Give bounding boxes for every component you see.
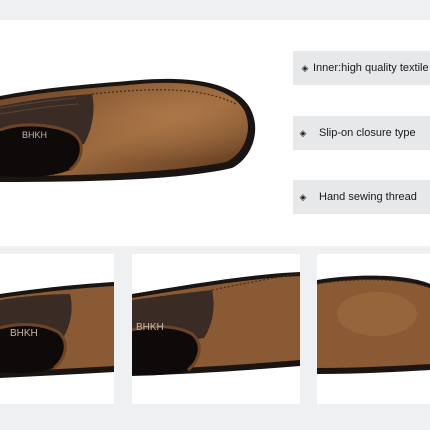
- shoe-top-view-image: BHKH: [0, 78, 256, 182]
- thumbnail-3: [317, 254, 430, 404]
- diamond-bullet-icon: ◈: [299, 191, 307, 202]
- diamond-bullet-icon: ◈: [299, 127, 307, 138]
- shoe-side-image: BHKH: [132, 272, 300, 376]
- shoe-closeup-image: BHKH: [0, 282, 114, 378]
- feature-label: Inner:high quality textile: [313, 62, 429, 74]
- feature-sewing: ◈ Hand sewing thread: [293, 180, 430, 214]
- brand-mark-text: BHKH: [22, 130, 47, 140]
- shoe-toe-image: [317, 275, 430, 374]
- brand-mark-text: BHKH: [136, 322, 164, 333]
- feature-label: Slip-on closure type: [319, 127, 416, 139]
- feature-label: Hand sewing thread: [319, 191, 417, 203]
- feature-inner-material: ◈ Inner:high quality textile: [293, 51, 430, 85]
- brand-mark-text: BHKH: [10, 328, 38, 339]
- diamond-bullet-icon: ◈: [301, 62, 309, 73]
- thumbnail-2: BHKH: [132, 254, 300, 404]
- feature-closure-type: ◈ Slip-on closure type: [293, 116, 430, 150]
- thumbnail-1: BHKH: [0, 254, 114, 404]
